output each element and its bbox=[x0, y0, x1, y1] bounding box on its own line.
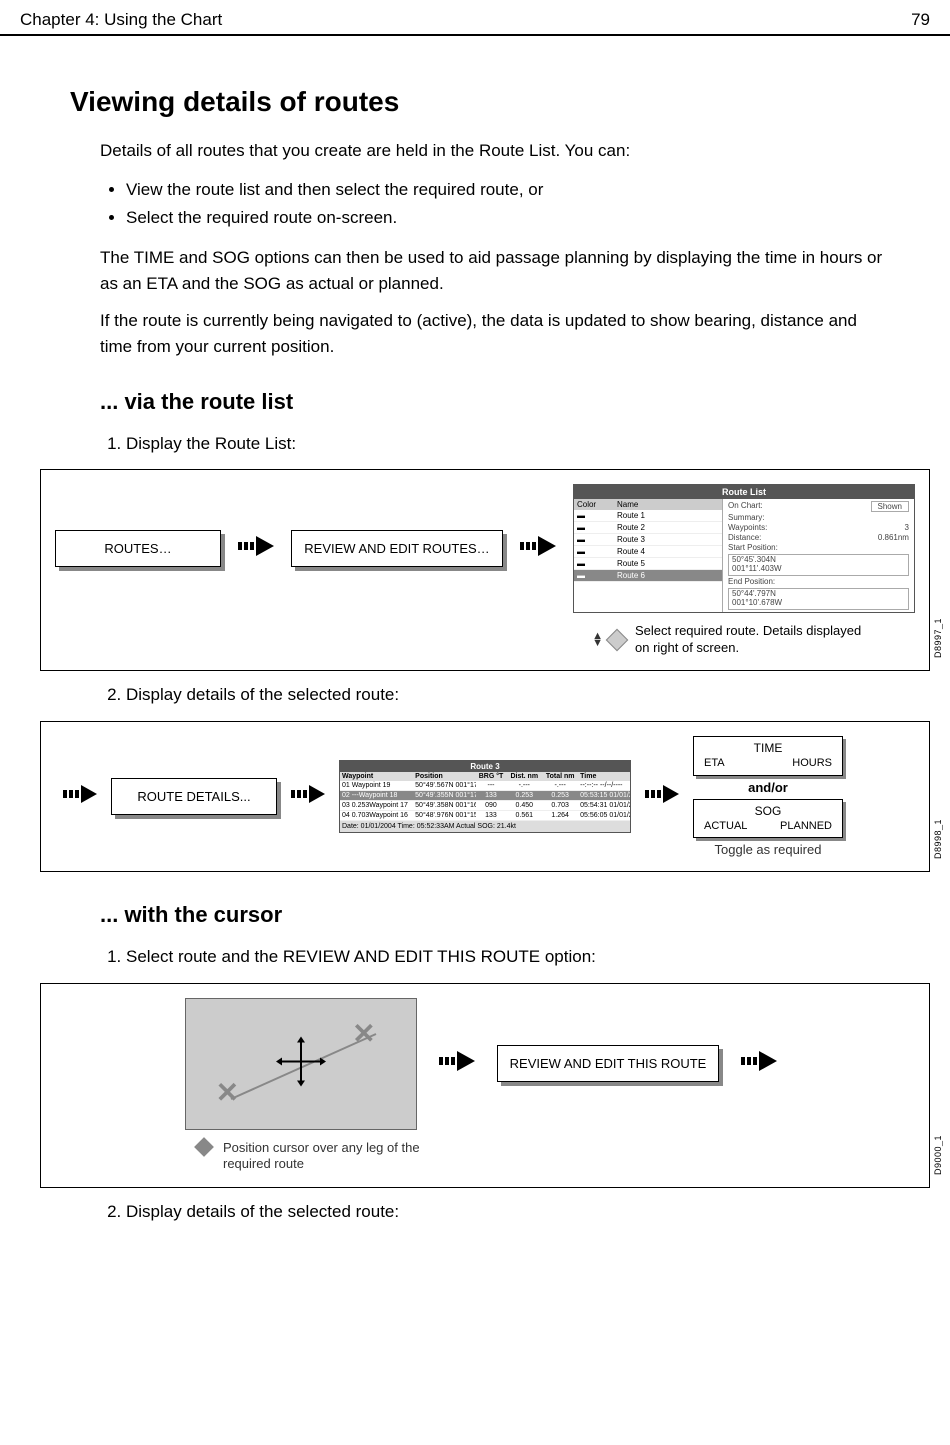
review-edit-this-route-button[interactable]: REVIEW AND EDIT THIS ROUTE bbox=[497, 1045, 720, 1082]
toggle-caption: Toggle as required bbox=[715, 842, 822, 857]
para-active: If the route is currently being navigate… bbox=[100, 308, 890, 359]
route-row[interactable]: ▬Route 5 bbox=[574, 558, 722, 570]
chart-area[interactable]: ✕ ✕ bbox=[185, 998, 417, 1130]
subheading-route-list: ... via the route list bbox=[100, 389, 890, 415]
section-title: Viewing details of routes bbox=[70, 86, 890, 118]
route-row[interactable]: ▬Route 1 bbox=[574, 510, 722, 522]
route-list-screen: Route List Color Name ▬Route 1 ▬Route 2 … bbox=[573, 484, 915, 612]
route-row[interactable]: ▬Route 3 bbox=[574, 534, 722, 546]
intro-para: Details of all routes that you create ar… bbox=[100, 138, 890, 164]
table-row-selected: 02 ---Waypoint 1850°49'.355N 001°17'.161… bbox=[340, 791, 630, 801]
arrow-icon bbox=[741, 1051, 777, 1076]
routes-button[interactable]: ROUTES… bbox=[55, 530, 221, 567]
step-b2: Display details of the selected route: bbox=[126, 1198, 890, 1225]
route-row[interactable]: ▬Route 4 bbox=[574, 546, 722, 558]
time-option-button[interactable]: TIME ETAHOURS bbox=[693, 736, 843, 776]
figure-id: D8998_1 bbox=[933, 819, 943, 859]
trackpad-icon bbox=[606, 628, 629, 651]
arrow-icon bbox=[520, 536, 556, 561]
col-name: Name bbox=[614, 499, 722, 510]
route-row-selected[interactable]: ▬Route 6 bbox=[574, 570, 722, 582]
figure-route-details: ROUTE DETAILS... Route 3 Waypoint Positi… bbox=[40, 721, 930, 873]
arrow-icon bbox=[63, 785, 97, 808]
bullet-1: View the route list and then select the … bbox=[126, 176, 890, 205]
updown-arrow-icon: ▲▼ bbox=[592, 633, 603, 646]
step-2: Display details of the selected route: bbox=[126, 681, 890, 708]
figure-caption: Position cursor over any leg of the requ… bbox=[223, 1140, 433, 1174]
arrow-icon bbox=[439, 1051, 475, 1076]
route-row[interactable]: ▬Route 2 bbox=[574, 522, 722, 534]
page-number: 79 bbox=[911, 10, 930, 30]
page-header: Chapter 4: Using the Chart 79 bbox=[0, 0, 950, 36]
arrow-icon bbox=[645, 785, 679, 808]
trackpad-icon bbox=[194, 1137, 214, 1157]
cursor-icon bbox=[276, 1036, 326, 1091]
bullet-2: Select the required route on-screen. bbox=[126, 204, 890, 233]
para-time-sog: The TIME and SOG options can then be use… bbox=[100, 245, 890, 296]
subheading-cursor: ... with the cursor bbox=[100, 902, 890, 928]
table-row: 01 Waypoint 1950°49'.567N 001°17'.527W--… bbox=[340, 781, 630, 791]
sog-option-button[interactable]: SOG ACTUALPLANNED bbox=[693, 799, 843, 839]
chapter-label: Chapter 4: Using the Chart bbox=[20, 10, 222, 30]
page-content: Viewing details of routes Details of all… bbox=[0, 36, 950, 1256]
route-detail-table: Route 3 Waypoint Position BRG °T Dist. n… bbox=[339, 760, 631, 833]
review-edit-routes-button[interactable]: REVIEW AND EDIT ROUTES… bbox=[291, 530, 502, 567]
figure-id: D8997_1 bbox=[933, 618, 943, 658]
route-details-button[interactable]: ROUTE DETAILS... bbox=[111, 778, 277, 815]
figure-cursor-select: ✕ ✕ bbox=[40, 983, 930, 1189]
table-row: 03 0.253Waypoint 1750°49'.358N 001°16'.4… bbox=[340, 801, 630, 811]
step-1: Display the Route List: bbox=[126, 430, 890, 457]
col-color: Color bbox=[574, 499, 614, 510]
figure-caption: Select required route. Details displayed… bbox=[635, 623, 865, 657]
arrow-icon bbox=[291, 785, 325, 808]
table-row: 04 0.703Waypoint 1650°48'.976N 001°15'.8… bbox=[340, 811, 630, 821]
figure-id: D9000_1 bbox=[933, 1135, 943, 1175]
figure-route-list: ROUTES… REVIEW AND EDIT ROUTES… Route Li… bbox=[40, 469, 930, 671]
arrow-icon bbox=[238, 536, 274, 561]
step-b1: Select route and the REVIEW AND EDIT THI… bbox=[126, 943, 890, 970]
and-or-label: and/or bbox=[748, 780, 788, 795]
